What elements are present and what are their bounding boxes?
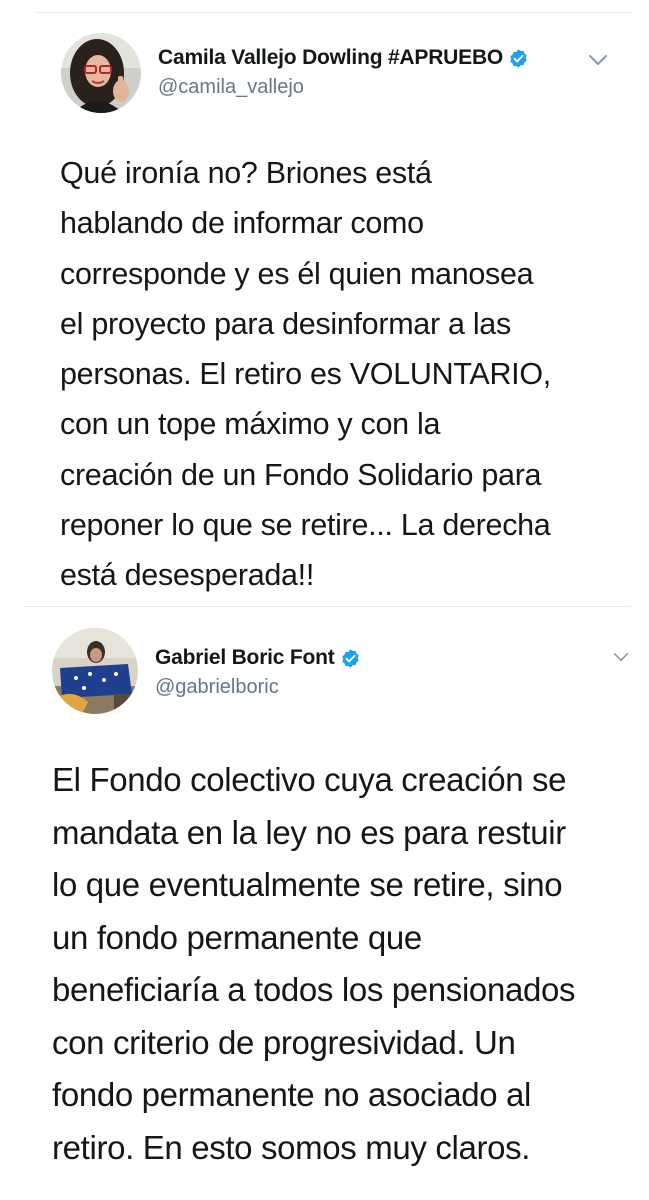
author-handle[interactable]: @gabrielboric xyxy=(155,676,279,699)
verified-badge-icon xyxy=(340,648,361,669)
tweet-gabriel-boric[interactable]: Gabriel Boric Font @gabrielboric El Fond… xyxy=(0,0,649,1200)
chevron-down-icon[interactable] xyxy=(613,651,633,665)
avatar[interactable] xyxy=(52,628,138,714)
display-name[interactable]: Gabriel Boric Font xyxy=(155,646,335,670)
author-name-row: Gabriel Boric Font xyxy=(155,646,361,670)
tweet-text: El Fondo colectivo cuya creación se mand… xyxy=(52,761,576,1166)
